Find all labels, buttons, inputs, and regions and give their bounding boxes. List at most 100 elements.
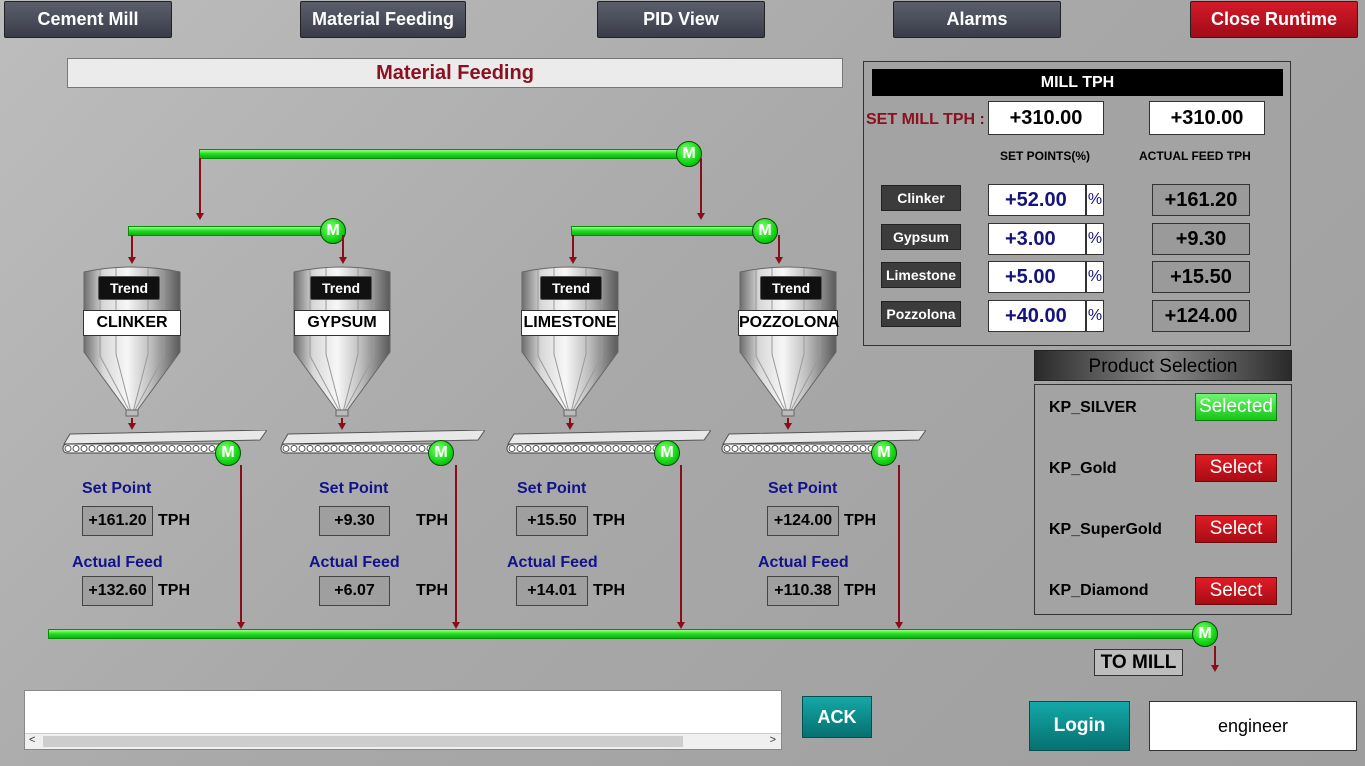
to-mill-label: TO MILL <box>1094 649 1183 676</box>
product-select-button-kp-gold[interactable]: Select <box>1195 454 1277 482</box>
flow-line <box>455 465 457 624</box>
left-feed-conveyor <box>128 226 338 236</box>
set-point-pct-pozzolona[interactable]: +40.00 <box>988 300 1086 332</box>
set-point-value-gypsum: +9.30 <box>319 506 390 536</box>
motor-limestone-feeder-icon[interactable]: M <box>654 440 680 466</box>
motor-right-feed-icon[interactable]: M <box>752 218 778 244</box>
actual-feed-value-clinker: +132.60 <box>82 576 153 606</box>
actual-feed-label: Actual Feed <box>507 554 598 571</box>
actual-feed-tph-gypsum: +9.30 <box>1152 223 1250 255</box>
hopper-label-limestone: LIMESTONE <box>521 310 619 336</box>
main-mill-feed-conveyor <box>48 629 1208 639</box>
product-selection-header: Product Selection <box>1034 350 1292 381</box>
product-select-button-kp-supergold[interactable]: Select <box>1195 515 1277 543</box>
motor-main-conveyor-icon[interactable]: M <box>1192 621 1218 647</box>
nav-alarms-button[interactable]: Alarms <box>893 1 1061 38</box>
flow-arrow-icon <box>128 257 136 264</box>
product-name-kp-silver: KP_SILVER <box>1049 399 1137 416</box>
set-mill-tph-label: SET MILL TPH : <box>866 111 985 128</box>
actual-feed-column-header: ACTUAL FEED TPH <box>1139 149 1251 163</box>
actual-feed-tph-clinker: +161.20 <box>1152 184 1250 216</box>
hopper-label-pozzolona: POZZOLONA <box>738 310 839 336</box>
horizontal-scrollbar[interactable]: < > <box>25 733 781 749</box>
flow-arrow-icon <box>237 622 245 629</box>
flow-arrow-icon <box>338 423 346 430</box>
nav-cement-mill-button[interactable]: Cement Mill <box>4 1 172 38</box>
flow-line <box>680 465 682 624</box>
flow-arrow-icon <box>784 423 792 430</box>
motor-gypsum-feeder-icon[interactable]: M <box>428 440 454 466</box>
flow-arrow-icon <box>452 622 460 629</box>
flow-arrow-icon <box>569 257 577 264</box>
unit-label: TPH <box>158 582 190 599</box>
trend-button-limestone[interactable]: Trend <box>540 276 602 300</box>
flow-arrow-icon <box>677 622 685 629</box>
actual-feed-label: Actual Feed <box>758 554 849 571</box>
set-point-value-clinker: +161.20 <box>82 506 153 536</box>
pct-unit: % <box>1086 223 1104 255</box>
scroll-right-icon[interactable]: > <box>770 734 776 746</box>
flow-line <box>199 158 201 214</box>
actual-feed-label: Actual Feed <box>309 554 400 571</box>
right-feed-conveyor <box>571 226 767 236</box>
flow-arrow-icon <box>1211 665 1219 672</box>
trend-button-clinker[interactable]: Trend <box>98 276 160 300</box>
close-runtime-button[interactable]: Close Runtime <box>1190 1 1358 38</box>
set-point-pct-limestone[interactable]: +5.00 <box>988 261 1086 293</box>
pct-unit: % <box>1086 261 1104 293</box>
actual-feed-value-gypsum: +6.07 <box>319 576 390 606</box>
unit-label: TPH <box>158 512 190 529</box>
trend-button-pozzolona[interactable]: Trend <box>760 276 822 300</box>
trend-button-gypsum[interactable]: Trend <box>310 276 372 300</box>
ack-button[interactable]: ACK <box>802 696 872 738</box>
flow-arrow-icon <box>196 213 204 220</box>
flow-line <box>240 465 242 624</box>
actual-feed-value-pozzolona: +110.38 <box>767 576 839 606</box>
product-select-button-kp-silver[interactable]: Selected <box>1195 393 1277 421</box>
motor-clinker-feeder-icon[interactable]: M <box>215 440 241 466</box>
scroll-left-icon[interactable]: < <box>29 734 35 746</box>
flow-arrow-icon <box>566 423 574 430</box>
flow-line <box>778 235 780 258</box>
actual-mill-tph-value: +310.00 <box>1149 101 1265 135</box>
page-title: Material Feeding <box>67 58 843 88</box>
unit-label: TPH <box>844 582 876 599</box>
weigh-feeder-belt-limestone <box>506 430 711 454</box>
flow-arrow-icon <box>339 257 347 264</box>
set-point-label: Set Point <box>82 480 152 497</box>
set-point-label: Set Point <box>517 480 587 497</box>
material-button-gypsum[interactable]: Gypsum <box>881 224 961 250</box>
flow-line <box>131 235 133 258</box>
set-point-pct-clinker[interactable]: +52.00 <box>988 184 1086 216</box>
motor-top-feed-icon[interactable]: M <box>676 141 702 167</box>
mill-tph-header: MILL TPH <box>872 69 1283 96</box>
scrollbar-thumb[interactable] <box>43 736 683 747</box>
pct-unit: % <box>1086 184 1104 216</box>
material-button-clinker[interactable]: Clinker <box>881 185 961 211</box>
nav-pid-view-button[interactable]: PID View <box>597 1 765 38</box>
flow-line <box>898 465 900 624</box>
unit-label: TPH <box>593 582 625 599</box>
login-button[interactable]: Login <box>1029 701 1130 751</box>
set-point-pct-gypsum[interactable]: +3.00 <box>988 223 1086 255</box>
hopper-label-clinker: CLINKER <box>83 310 181 336</box>
material-button-pozzolona[interactable]: Pozzolona <box>881 301 961 327</box>
motor-pozzolona-feeder-icon[interactable]: M <box>871 440 897 466</box>
unit-label: TPH <box>593 512 625 529</box>
flow-line <box>1214 646 1216 666</box>
flow-arrow-icon <box>128 423 136 430</box>
set-mill-tph-input[interactable]: +310.00 <box>988 101 1104 135</box>
product-name-kp-supergold: KP_SuperGold <box>1049 521 1162 538</box>
top-feed-conveyor <box>199 149 689 159</box>
product-select-button-kp-diamond[interactable]: Select <box>1195 577 1277 605</box>
set-points-column-header: SET POINTS(%) <box>1000 149 1091 163</box>
flow-arrow-icon <box>775 257 783 264</box>
nav-material-feeding-button[interactable]: Material Feeding <box>300 1 466 38</box>
weigh-feeder-belt-gypsum <box>280 430 485 454</box>
actual-feed-tph-limestone: +15.50 <box>1152 261 1250 293</box>
flow-line <box>342 235 344 258</box>
hopper-label-gypsum: GYPSUM <box>294 310 390 336</box>
flow-arrow-icon <box>697 213 705 220</box>
set-point-value-limestone: +15.50 <box>516 506 588 536</box>
material-button-limestone[interactable]: Limestone <box>881 262 961 288</box>
